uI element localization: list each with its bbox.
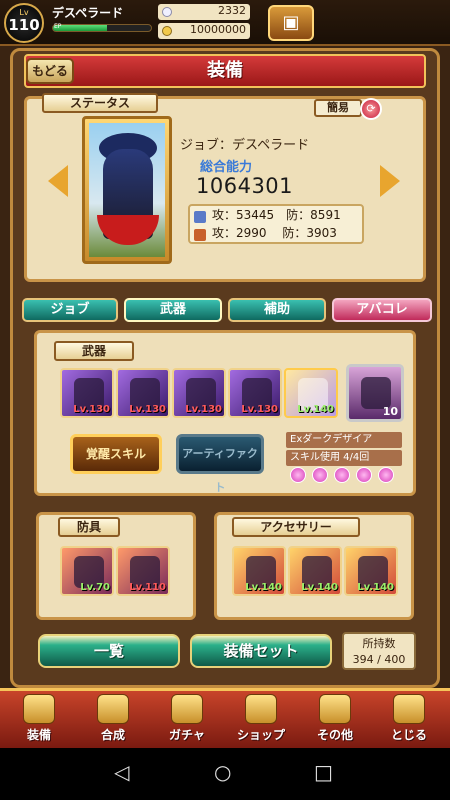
crystal-icon [245, 694, 277, 724]
character-portrait[interactable] [82, 116, 172, 264]
ex-skill-card[interactable]: 10 [346, 364, 404, 422]
nav-gacha[interactable]: ガチャ [151, 692, 223, 746]
owned-label: 所持数 [362, 637, 396, 650]
item-level: Lv.110 [129, 582, 166, 593]
skill-gem-icon [356, 467, 372, 483]
staff-icon [194, 229, 206, 241]
chest-icon: ▣ [282, 12, 300, 33]
weapon-slot-5[interactable]: Lv.140 [284, 368, 338, 418]
gold-value: 10000000 [190, 23, 246, 36]
skill-gem-icon [378, 467, 394, 483]
gear-icon [319, 694, 351, 724]
weapon-slot-2[interactable]: Lv.130 [116, 368, 170, 418]
weapon-tag: 武器 [54, 341, 134, 361]
hammer-icon [97, 694, 129, 724]
weapon-slot-4[interactable]: Lv.130 [228, 368, 282, 418]
menu-chest-button[interactable]: ▣ [268, 5, 314, 41]
nav-label: とじる [390, 728, 427, 742]
tab-support[interactable]: 補助 [228, 298, 326, 322]
armor-tag: 防具 [58, 517, 120, 537]
nav-label: ショップ [236, 728, 285, 742]
home-circle-icon[interactable]: ○ [214, 760, 231, 784]
nav-label: その他 [316, 728, 353, 742]
item-level: Lv.130 [241, 404, 278, 415]
skill-count: 10 [382, 405, 398, 418]
skill-use-count: スキル使用 4/4回 [286, 450, 402, 466]
exp-label: EP [54, 23, 62, 30]
stat-line-magic: 攻：2990 防：3903 [212, 226, 337, 240]
item-level: Lv.140 [245, 582, 282, 593]
power-value: 1064301 [196, 174, 294, 198]
stat-box: 攻：53445 防：8591 攻：2990 防：3903 [188, 204, 364, 244]
tab-weapon[interactable]: 武器 [124, 298, 222, 322]
gold-counter: 10000000 [158, 23, 250, 39]
simple-view-button[interactable]: 簡易 [314, 99, 362, 117]
level-badge: Lv 110 [4, 3, 44, 43]
accessory-slot-1[interactable]: Lv.140 [232, 546, 286, 596]
nav-equipment[interactable]: 装備 [3, 692, 75, 746]
ex-skill-name: Exダークデザイア [286, 432, 402, 448]
nav-close[interactable]: とじる [373, 692, 445, 746]
nav-shop[interactable]: ショップ [225, 692, 297, 746]
recents-square-icon[interactable]: □ [314, 760, 333, 784]
nav-label: ガチャ [169, 728, 205, 742]
job-label: ジョブ：デスペラード [180, 138, 310, 153]
skill-gem-icon [290, 467, 306, 483]
exp-bar [52, 24, 152, 32]
accessory-tag: アクセサリー [232, 517, 360, 537]
sword-icon [194, 211, 206, 223]
stat-line-physical: 攻：53445 防：8591 [212, 208, 341, 222]
armor-slot-1[interactable]: Lv.70 [60, 546, 114, 596]
page-title: 装備 [207, 60, 243, 81]
prev-job-arrow-icon[interactable] [48, 165, 68, 197]
artifact-button[interactable]: アーティファクト [176, 434, 264, 494]
awaken-skill-button[interactable]: 覚醒スキル [70, 434, 162, 474]
back-button[interactable]: もどる [26, 58, 74, 84]
equipment-icon [23, 694, 55, 724]
armor-slot-2[interactable]: Lv.110 [116, 546, 170, 596]
equipment-set-button[interactable]: 装備セット [190, 634, 332, 668]
tab-avatar-collection[interactable]: アバコレ [332, 298, 432, 322]
power-label: 総合能力 [200, 160, 253, 175]
accessory-slot-3[interactable]: Lv.140 [344, 546, 398, 596]
owned-count-box: 所持数 394 / 400 [342, 632, 416, 670]
item-level: Lv.140 [297, 404, 334, 415]
item-level: Lv.130 [73, 404, 110, 415]
item-level: Lv.130 [185, 404, 222, 415]
status-tag: ステータス [42, 93, 158, 113]
nav-synthesis[interactable]: 合成 [77, 692, 149, 746]
skill-gem-icon [312, 467, 328, 483]
player-name: デスペラード [52, 6, 124, 20]
list-button[interactable]: 一覧 [38, 634, 180, 668]
gem-icon [162, 7, 172, 17]
nav-other[interactable]: その他 [299, 692, 371, 746]
item-level: Lv.140 [357, 582, 394, 593]
next-job-arrow-icon[interactable] [380, 165, 400, 197]
gem-value: 2332 [218, 4, 246, 17]
tab-job[interactable]: ジョブ [22, 298, 118, 322]
gem-counter: 2332 [158, 4, 250, 20]
skill-gem-icon [334, 467, 350, 483]
close-icon [393, 694, 425, 724]
weapon-slot-3[interactable]: Lv.130 [172, 368, 226, 418]
level-value: 110 [8, 16, 40, 34]
owned-value: 394 / 400 [352, 653, 406, 666]
item-level: Lv.140 [301, 582, 338, 593]
gacha-icon [171, 694, 203, 724]
item-level: Lv.70 [80, 582, 110, 593]
nav-label: 装備 [26, 728, 51, 742]
refresh-icon[interactable]: ⟳ [360, 98, 382, 120]
item-level: Lv.130 [129, 404, 166, 415]
nav-label: 合成 [100, 728, 125, 742]
coin-icon [162, 26, 172, 36]
accessory-slot-2[interactable]: Lv.140 [288, 546, 342, 596]
back-triangle-icon[interactable]: ◁ [114, 760, 129, 784]
weapon-slot-1[interactable]: Lv.130 [60, 368, 114, 418]
